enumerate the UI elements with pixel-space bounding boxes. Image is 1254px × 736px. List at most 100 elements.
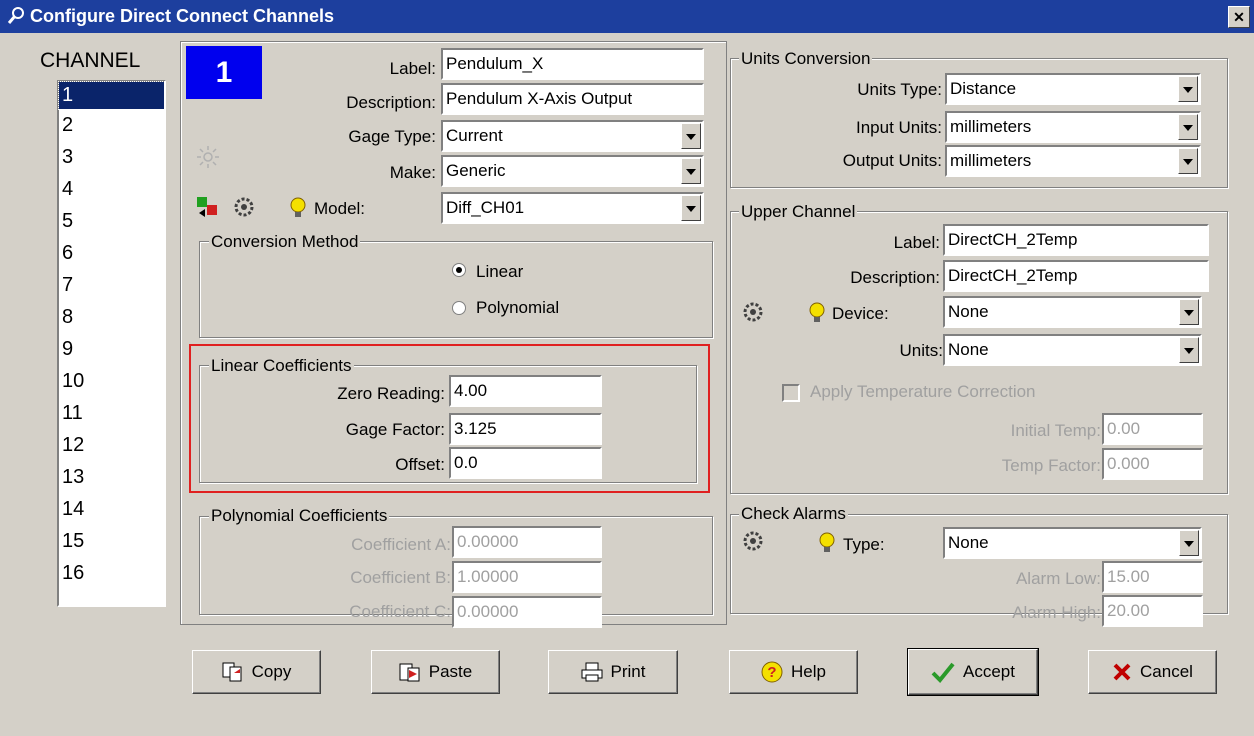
chevron-down-icon[interactable] (1178, 148, 1198, 174)
model-value: Diff_CH01 (446, 198, 525, 217)
chevron-down-icon[interactable] (1179, 299, 1199, 325)
copy-button[interactable]: Copy (192, 650, 321, 694)
linear-option-label[interactable]: Linear (476, 262, 523, 282)
radio-polynomial[interactable] (451, 300, 467, 316)
paste-button[interactable]: Paste (371, 650, 500, 694)
chevron-down-icon[interactable] (681, 158, 701, 184)
coefficient-a-caption: Coefficient A: (351, 535, 451, 554)
upper-label-caption: Label: (893, 233, 940, 252)
description-input[interactable]: Pendulum X-Axis Output (441, 83, 704, 115)
chevron-down-icon[interactable] (681, 123, 701, 149)
radio-linear[interactable] (451, 262, 467, 278)
channel-list-item[interactable]: 14 (59, 493, 164, 525)
polynomial-option-label[interactable]: Polynomial (476, 298, 559, 318)
channel-list-item[interactable]: 4 (59, 173, 164, 205)
copy-label: Copy (251, 662, 292, 681)
channel-list-item[interactable]: 13 (59, 461, 164, 493)
units-type-value: Distance (950, 79, 1017, 98)
wrench-icon (7, 7, 24, 24)
channel-list-item[interactable]: 1 (58, 81, 165, 110)
upper-description-input[interactable]: DirectCH_2Temp (943, 260, 1209, 292)
model-caption: Model: (314, 199, 366, 218)
channel-list-item[interactable]: 3 (59, 141, 164, 173)
alarm-type-caption: Type: (843, 535, 885, 554)
offset-input[interactable]: 0.0 (449, 447, 602, 479)
device-select[interactable]: None (943, 296, 1202, 328)
accept-button[interactable]: Accept (907, 648, 1039, 696)
paste-label: Paste (428, 662, 473, 681)
initial-temp-caption: Initial Temp: (1010, 421, 1101, 440)
checkmark-icon (931, 662, 955, 683)
channel-list-item[interactable]: 8 (59, 301, 164, 333)
gage-type-select[interactable]: Current (441, 120, 704, 152)
make-select[interactable]: Generic (441, 155, 704, 187)
label-input[interactable]: Pendulum_X (441, 48, 704, 80)
copy-icon (222, 662, 242, 682)
channel-list[interactable]: 1 2 3 4 5 6 7 8 9 10 11 12 13 14 15 16 (57, 80, 166, 607)
model-select[interactable]: Diff_CH01 (441, 192, 704, 224)
help-button[interactable]: ? Help (729, 650, 858, 694)
apply-temperature-checkbox (782, 384, 800, 402)
channel-list-item[interactable]: 9 (59, 333, 164, 365)
chevron-down-icon[interactable] (1179, 530, 1199, 556)
make-caption: Make: (389, 163, 436, 182)
print-label: Print (610, 662, 646, 681)
channel-list-item[interactable]: 16 (59, 557, 164, 589)
make-value: Generic (446, 161, 506, 180)
upper-description-caption: Description: (850, 268, 940, 287)
lightbulb-icon[interactable] (808, 302, 826, 324)
transfer-icon[interactable] (195, 195, 221, 219)
alarm-type-select[interactable]: None (943, 527, 1202, 559)
chevron-down-icon[interactable] (1178, 76, 1198, 102)
window-title: Configure Direct Connect Channels (30, 6, 335, 26)
cancel-button[interactable]: Cancel (1088, 650, 1217, 694)
gear-icon[interactable] (741, 300, 765, 324)
units-type-select[interactable]: Distance (945, 73, 1201, 105)
alarm-high-input: 20.00 (1102, 595, 1203, 627)
channel-list-item[interactable]: 2 (59, 109, 164, 141)
lightbulb-icon[interactable] (818, 532, 836, 554)
print-button[interactable]: Print (548, 650, 678, 694)
zero-reading-input[interactable]: 4.00 (449, 375, 602, 407)
title-bar: Configure Direct Connect Channels ✕ (0, 0, 1254, 33)
paste-icon (399, 663, 420, 682)
upper-units-caption: Units: (899, 341, 943, 360)
chevron-down-icon[interactable] (1178, 114, 1198, 140)
lightbulb-icon[interactable] (289, 197, 307, 219)
description-caption: Description: (346, 93, 436, 112)
accept-label: Accept (963, 662, 1015, 681)
linear-coefficients-group (199, 365, 697, 483)
chevron-down-icon[interactable] (681, 195, 701, 221)
gear-icon[interactable] (232, 195, 256, 219)
close-button[interactable]: ✕ (1228, 6, 1250, 28)
sun-icon (197, 146, 219, 168)
channel-list-item[interactable]: 10 (59, 365, 164, 397)
channel-list-item[interactable]: 11 (59, 397, 164, 429)
coefficient-c-input: 0.00000 (452, 596, 602, 628)
svg-text:?: ? (767, 664, 776, 681)
temp-factor-input: 0.000 (1102, 448, 1203, 480)
gear-icon[interactable] (741, 529, 765, 553)
offset-caption: Offset: (395, 455, 445, 474)
gage-factor-input[interactable]: 3.125 (449, 413, 602, 445)
cancel-x-icon (1113, 663, 1131, 681)
temp-factor-caption: Temp Factor: (1001, 456, 1101, 475)
channel-list-item[interactable]: 5 (59, 205, 164, 237)
coefficient-b-input: 1.00000 (452, 561, 602, 593)
channel-list-item[interactable]: 15 (59, 525, 164, 557)
upper-channel-title: Upper Channel (739, 202, 858, 222)
channel-header: CHANNEL (40, 49, 141, 72)
upper-units-select[interactable]: None (943, 334, 1202, 366)
input-units-select[interactable]: millimeters (945, 111, 1201, 143)
input-units-value: millimeters (950, 117, 1032, 136)
channel-list-item[interactable]: 6 (59, 237, 164, 269)
zero-reading-caption: Zero Reading: (337, 384, 445, 403)
coefficient-b-caption: Coefficient B: (350, 568, 451, 587)
channel-list-item[interactable]: 7 (59, 269, 164, 301)
channel-list-item[interactable]: 12 (59, 429, 164, 461)
alarm-low-input: 15.00 (1102, 561, 1203, 593)
output-units-select[interactable]: millimeters (945, 145, 1201, 177)
chevron-down-icon[interactable] (1179, 337, 1199, 363)
conversion-method-group (199, 241, 713, 338)
upper-label-input[interactable]: DirectCH_2Temp (943, 224, 1209, 256)
